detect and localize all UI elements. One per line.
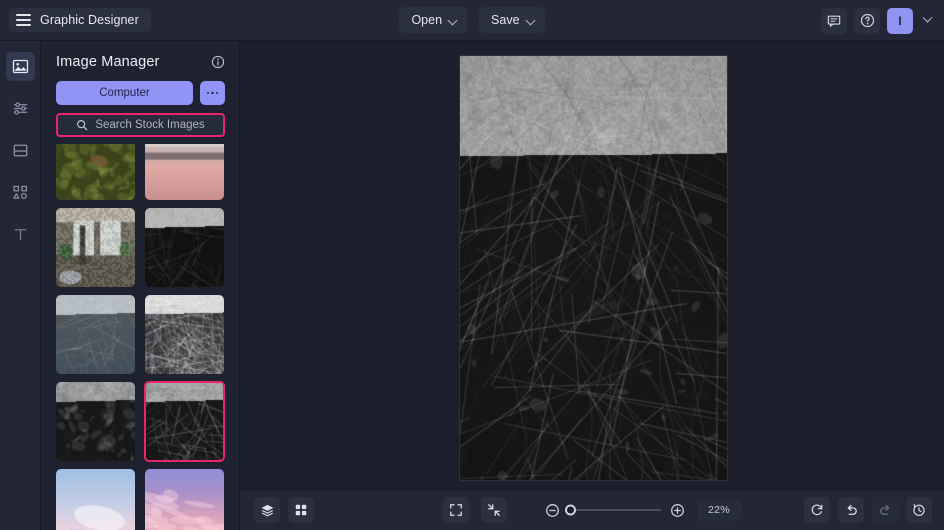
thumbnail-image	[144, 469, 224, 530]
text-t-icon	[14, 229, 26, 240]
open-menu-button[interactable]: Open	[399, 7, 468, 33]
list-item[interactable]	[56, 382, 135, 461]
thumbnail-image	[56, 144, 135, 200]
avatar[interactable]: I	[887, 7, 913, 34]
sidebar-item-adjustments[interactable]	[6, 94, 35, 123]
save-label: Save	[491, 13, 520, 27]
redo-button[interactable]	[872, 497, 898, 523]
list-item[interactable]	[56, 295, 135, 374]
thumbnail-image	[144, 208, 224, 287]
fit-to-screen-icon	[450, 504, 462, 516]
comment-icon	[827, 15, 841, 27]
undo-icon	[847, 504, 857, 515]
thumbnail-image	[56, 295, 135, 374]
list-item[interactable]	[144, 469, 224, 530]
history-icon	[913, 504, 925, 516]
save-menu-button[interactable]: Save	[479, 7, 545, 33]
thumbnail-image	[144, 382, 224, 461]
list-item[interactable]	[144, 295, 224, 374]
sidebar-item-images[interactable]	[5, 52, 35, 81]
search-wrapper: Search Stock Images	[41, 105, 239, 137]
list-item[interactable]	[56, 469, 135, 530]
more-options-button[interactable]	[200, 81, 225, 105]
image-icon	[12, 59, 28, 74]
thumbnail-image	[56, 382, 135, 461]
history-button[interactable]	[906, 497, 932, 523]
chevron-down-icon	[449, 16, 457, 24]
layers-button[interactable]	[254, 497, 280, 523]
concrete-texture-image	[460, 56, 727, 480]
comment-button[interactable]	[821, 7, 847, 34]
sidebar-item-layout[interactable]	[6, 136, 35, 165]
app-title: Graphic Designer	[40, 13, 139, 27]
redo-icon	[879, 504, 889, 515]
thumbnail-image	[56, 469, 135, 530]
artboard[interactable]	[460, 56, 727, 480]
search-icon	[77, 120, 88, 131]
left-tool-rail	[0, 41, 41, 530]
thumbnail-image	[56, 208, 135, 287]
zoom-out-icon	[546, 503, 559, 517]
grid-view-button[interactable]	[288, 497, 314, 523]
layers-icon	[261, 504, 273, 516]
avatar-initial: I	[898, 13, 902, 28]
undo-button[interactable]	[838, 497, 864, 523]
zoom-out-button[interactable]	[545, 503, 560, 518]
app-menu-button[interactable]: Graphic Designer	[9, 8, 151, 32]
shapes-icon	[12, 185, 27, 199]
stock-thumbnail-grid	[56, 144, 225, 530]
canvas-stage[interactable]	[240, 41, 944, 489]
app-root: Graphic Designer Open Save I Image Manag…	[0, 0, 944, 530]
list-item[interactable]	[144, 144, 224, 200]
info-circle-icon[interactable]	[211, 55, 225, 69]
account-chevron-down-icon[interactable]	[920, 8, 934, 34]
top-right-actions: I	[821, 0, 934, 41]
bottom-left-tools	[254, 497, 314, 523]
hamburger-menu-icon	[16, 14, 31, 26]
help-circle-icon	[860, 13, 874, 28]
list-item[interactable]	[144, 208, 224, 287]
open-label: Open	[411, 13, 443, 27]
source-buttons-row: Computer	[41, 70, 239, 105]
stock-thumbnail-scroll[interactable]	[41, 144, 239, 530]
zoom-level-value[interactable]: 22%	[697, 499, 741, 521]
reset-button[interactable]	[804, 497, 830, 523]
search-stock-images-input[interactable]: Search Stock Images	[56, 113, 225, 137]
sidebar-item-text[interactable]	[6, 220, 35, 249]
list-item[interactable]	[56, 208, 135, 287]
list-item[interactable]	[56, 144, 135, 200]
zoom-controls: 22%	[357, 497, 827, 523]
search-placeholder: Search Stock Images	[95, 119, 205, 131]
zoom-slider-group[interactable]	[545, 503, 685, 518]
thumbnail-image	[144, 295, 224, 374]
chevron-down-icon	[527, 16, 535, 24]
sidebar-item-shapes[interactable]	[6, 178, 35, 207]
zoom-slider-track[interactable]	[565, 504, 661, 516]
history-actions	[804, 497, 932, 523]
panel-header: Image Manager	[41, 41, 239, 70]
shrink-to-fit-button[interactable]	[481, 497, 507, 523]
top-center-menus: Open Save	[382, 7, 562, 33]
sliders-icon	[13, 102, 27, 115]
help-button[interactable]	[854, 7, 880, 34]
reset-icon	[811, 504, 823, 516]
computer-source-button[interactable]: Computer	[56, 81, 193, 105]
fit-to-screen-button[interactable]	[443, 497, 469, 523]
page-title: Image Manager	[56, 54, 160, 70]
thumbnail-image	[144, 144, 224, 200]
shrink-to-fit-icon	[488, 504, 500, 516]
list-item-selected[interactable]	[143, 381, 225, 462]
grid-icon	[295, 504, 307, 516]
zoom-slider-handle[interactable]	[565, 504, 576, 516]
bottom-toolbar: 22%	[240, 489, 944, 530]
top-bar: Graphic Designer Open Save I	[0, 0, 944, 41]
frame-icon	[13, 144, 27, 157]
image-manager-panel: Image Manager Computer Search Stock Imag…	[41, 41, 240, 530]
zoom-in-button[interactable]	[670, 503, 685, 518]
zoom-in-icon	[671, 503, 684, 517]
